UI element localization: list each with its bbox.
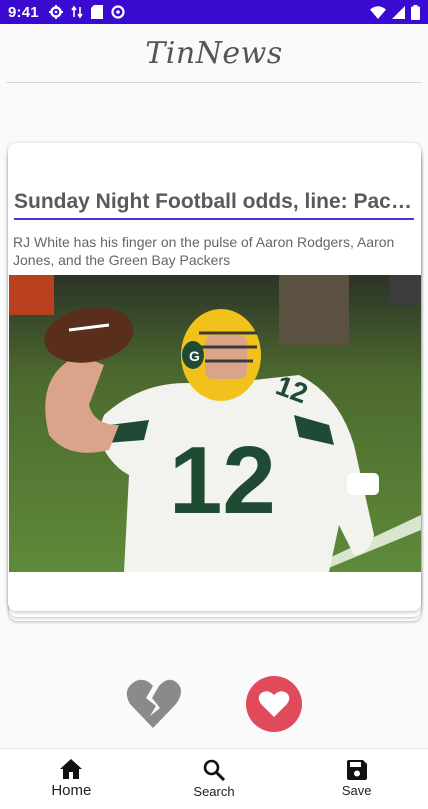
- football-player-photo: G 12 12: [9, 275, 421, 572]
- news-image: G 12 12: [9, 275, 421, 572]
- heart-icon: [258, 691, 290, 717]
- home-icon: [60, 759, 83, 779]
- app-title: TinNews: [145, 35, 283, 71]
- broken-heart-icon: [126, 679, 181, 728]
- svg-text:12: 12: [169, 427, 276, 534]
- data-transfer-icon: [71, 5, 83, 19]
- app-bar: TinNews: [0, 24, 428, 82]
- wifi-icon: [370, 5, 386, 19]
- vpn-icon: [111, 5, 125, 19]
- status-left: 9:41: [8, 4, 125, 21]
- nav-item-home[interactable]: Home: [0, 749, 143, 809]
- dislike-button[interactable]: [124, 676, 182, 734]
- bottom-navigation: Home Search Save: [0, 748, 428, 809]
- svg-text:G: G: [189, 348, 200, 364]
- search-icon: [203, 759, 225, 781]
- status-bar: 9:41: [0, 0, 428, 24]
- status-time: 9:41: [8, 3, 39, 21]
- nav-item-save[interactable]: Save: [285, 749, 428, 809]
- status-right: [370, 4, 420, 20]
- news-card[interactable]: Sunday Night Football odds, line: Pack..…: [8, 143, 421, 611]
- nav-label-home: Home: [51, 782, 92, 799]
- cellular-signal-icon: [392, 5, 405, 19]
- sd-card-icon: [90, 5, 103, 19]
- status-icons: [48, 5, 125, 19]
- nav-label-search: Search: [193, 784, 235, 799]
- settings-icon: [48, 5, 63, 19]
- save-icon: [346, 760, 367, 780]
- nav-label-save: Save: [341, 783, 372, 798]
- like-button[interactable]: [246, 676, 302, 732]
- battery-icon: [411, 4, 420, 20]
- app-bar-divider: [6, 82, 422, 83]
- news-description: RJ White has his finger on the pulse of …: [13, 234, 395, 268]
- news-title: Sunday Night Football odds, line: Pack..…: [14, 190, 414, 220]
- nav-item-search[interactable]: Search: [143, 749, 286, 809]
